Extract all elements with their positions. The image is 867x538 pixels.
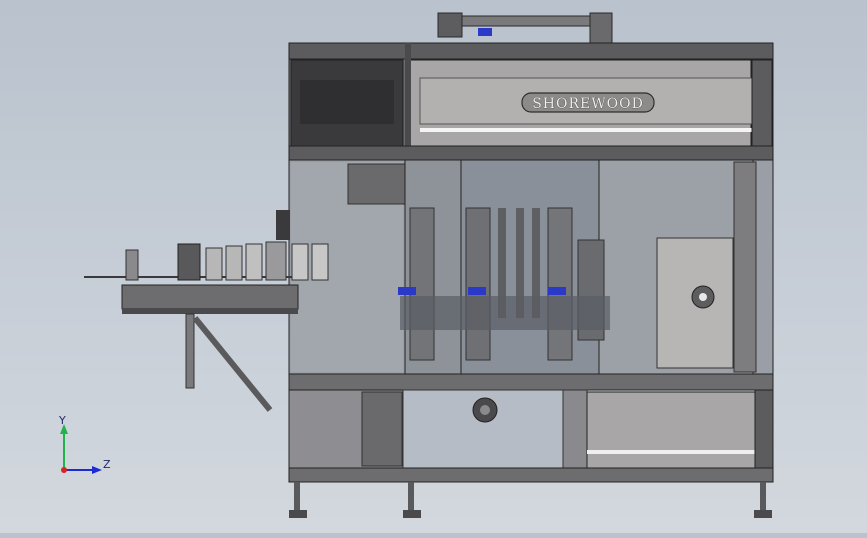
triad-z-label: Z <box>103 458 111 471</box>
lower-base <box>288 373 774 483</box>
triad-origin <box>61 467 67 473</box>
cad-viewport[interactable]: SHOREWOOD Y Z <box>0 0 867 533</box>
axis-triad: Y Z <box>58 414 111 474</box>
leveling-feet <box>289 482 772 518</box>
brand-logo-text: SHOREWOOD <box>532 96 644 112</box>
guard-section <box>288 159 774 375</box>
top-motor-assembly <box>437 12 613 44</box>
brand-logo: SHOREWOOD <box>521 92 655 113</box>
triad-y-label: Y <box>58 414 66 427</box>
machine-model-svg: SHOREWOOD Y Z <box>58 12 774 518</box>
